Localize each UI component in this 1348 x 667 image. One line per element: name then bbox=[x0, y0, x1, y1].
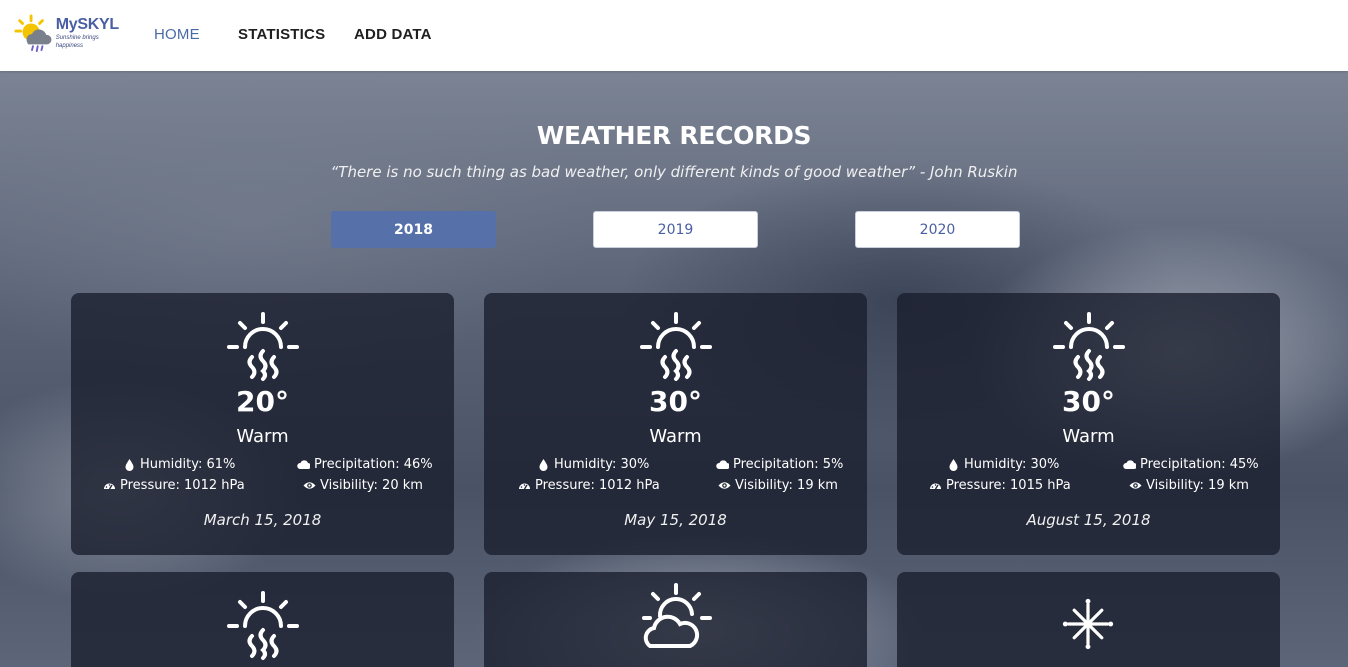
weather-card[interactable]: 30° Warm Humidity: 30% Precipitation: 45… bbox=[897, 293, 1280, 555]
eye-icon bbox=[303, 482, 316, 489]
visibility-value: Visibility: 19 km bbox=[1146, 478, 1249, 493]
weather-card[interactable]: 30° Warm Humidity: 30% Precipitation: 5%… bbox=[484, 293, 867, 555]
page-title: WEATHER RECORDS bbox=[536, 121, 812, 150]
droplet-icon bbox=[949, 459, 958, 471]
visibility-stat: Visibility: 19 km bbox=[1129, 478, 1249, 493]
weather-card[interactable]: 20° Warm Humidity: 61% Precipitation: 46… bbox=[71, 293, 454, 555]
humidity-stat: Humidity: 30% bbox=[537, 457, 649, 472]
record-date: August 15, 2018 bbox=[1026, 511, 1151, 529]
gauge-icon bbox=[518, 482, 531, 490]
humidity-value: Humidity: 30% bbox=[964, 457, 1060, 472]
humidity-value: Humidity: 30% bbox=[554, 457, 650, 472]
precipitation-stat: Precipitation: 45% bbox=[1123, 457, 1259, 472]
weather-card[interactable] bbox=[71, 572, 454, 667]
nav-home[interactable]: HOME bbox=[154, 26, 200, 43]
visibility-stat: Visibility: 19 km bbox=[718, 478, 838, 493]
pressure-stat: Pressure: 1012 hPa bbox=[518, 478, 660, 493]
humidity-value: Humidity: 61% bbox=[140, 457, 236, 472]
visibility-value: Visibility: 19 km bbox=[735, 478, 838, 493]
pressure-value: Pressure: 1012 hPa bbox=[535, 478, 660, 493]
brand-logo[interactable]: MySKYL Sunshine brings happiness bbox=[14, 11, 124, 55]
precipitation-value: Precipitation: 5% bbox=[733, 457, 844, 472]
year-button-2019[interactable]: 2019 bbox=[593, 211, 758, 248]
sun-cloud-icon bbox=[642, 583, 712, 648]
snowflake-icon bbox=[1061, 597, 1115, 651]
gauge-icon bbox=[103, 482, 116, 490]
cloud-icon bbox=[297, 460, 310, 469]
pressure-value: Pressure: 1012 hPa bbox=[120, 478, 245, 493]
temperature: 30° bbox=[1062, 385, 1115, 418]
droplet-icon bbox=[125, 459, 134, 471]
weather-card[interactable] bbox=[484, 572, 867, 667]
navbar: MySKYL Sunshine brings happiness HOME ST… bbox=[0, 0, 1348, 71]
year-button-2018[interactable]: 2018 bbox=[331, 211, 496, 248]
condition: Warm bbox=[1062, 426, 1115, 447]
brand-name: MySKYL bbox=[55, 15, 119, 33]
sun-heat-icon bbox=[640, 312, 712, 381]
visibility-stat: Visibility: 20 km bbox=[303, 478, 423, 493]
cloud-icon bbox=[1123, 460, 1136, 469]
brand-tagline: Sunshine brings happiness bbox=[55, 34, 99, 49]
eye-icon bbox=[718, 482, 731, 489]
cloud-icon bbox=[716, 460, 729, 469]
pressure-stat: Pressure: 1012 hPa bbox=[103, 478, 245, 493]
gauge-icon bbox=[929, 482, 942, 490]
hero-quote: “There is no such thing as bad weather, … bbox=[330, 163, 1018, 181]
year-button-2020[interactable]: 2020 bbox=[855, 211, 1020, 248]
record-date: March 15, 2018 bbox=[203, 511, 322, 529]
condition: Warm bbox=[649, 426, 702, 447]
visibility-value: Visibility: 20 km bbox=[320, 478, 423, 493]
pressure-value: Pressure: 1015 hPa bbox=[946, 478, 1071, 493]
pressure-stat: Pressure: 1015 hPa bbox=[929, 478, 1071, 493]
temperature: 20° bbox=[236, 385, 289, 418]
sun-heat-icon bbox=[1053, 312, 1125, 381]
droplet-icon bbox=[539, 459, 548, 471]
sun-heat-icon bbox=[227, 312, 299, 381]
sun-heat-icon bbox=[227, 591, 299, 660]
precipitation-stat: Precipitation: 5% bbox=[716, 457, 843, 472]
sun-cloud-logo-icon bbox=[14, 14, 52, 52]
eye-icon bbox=[1129, 482, 1142, 489]
temperature: 30° bbox=[649, 385, 702, 418]
precipitation-value: Precipitation: 46% bbox=[314, 457, 433, 472]
nav-add-data[interactable]: ADD DATA bbox=[354, 26, 432, 43]
weather-card[interactable] bbox=[897, 572, 1280, 667]
record-date: May 15, 2018 bbox=[624, 511, 727, 529]
condition: Warm bbox=[236, 426, 289, 447]
humidity-stat: Humidity: 30% bbox=[947, 457, 1059, 472]
humidity-stat: Humidity: 61% bbox=[123, 457, 235, 472]
precipitation-stat: Precipitation: 46% bbox=[297, 457, 433, 472]
nav-statistics[interactable]: STATISTICS bbox=[238, 26, 325, 43]
precipitation-value: Precipitation: 45% bbox=[1140, 457, 1259, 472]
